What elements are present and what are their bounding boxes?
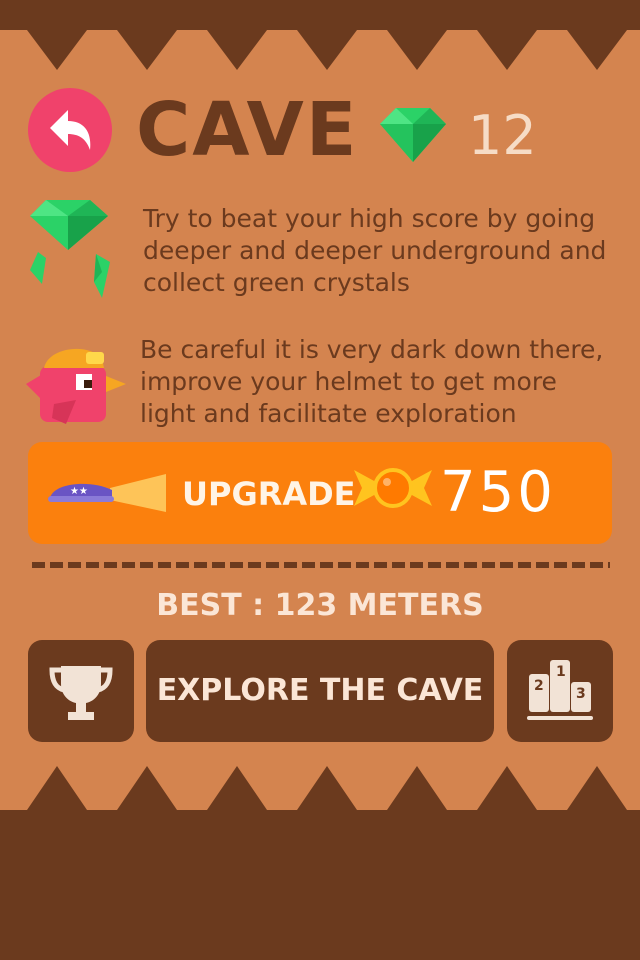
upgrade-cost: 750 [440,460,556,525]
helmet-description: Be careful it is very dark down there, i… [140,335,604,428]
back-button[interactable] [28,88,112,172]
crystals-description: Try to beat your high score by going dee… [143,204,607,297]
gem-count: 12 [468,104,537,167]
svg-text:1: 1 [556,664,566,680]
candy-icon [354,468,432,508]
svg-text:★★: ★★ [70,486,88,497]
trophy-icon [49,666,113,720]
upgrade-button[interactable]: ★★ UPGRADE 750 [28,442,612,544]
best-score: BEST : 123 METERS [156,588,484,623]
dashed-divider [32,562,610,568]
bottom-spikes [0,766,640,810]
explore-label: EXPLORE THE CAVE [156,673,484,708]
leaderboard-button[interactable]: 2 1 3 [507,640,613,742]
page-title: CAVE [136,87,359,173]
svg-text:3: 3 [576,686,586,702]
helmet-light-icon: ★★ [48,474,166,512]
main-panel: CAVE 12 Try to beat your high score by g… [0,0,640,810]
helmet-bird-icon [26,348,126,424]
achievements-button[interactable] [28,640,134,742]
explore-cave-button[interactable]: EXPLORE THE CAVE [146,640,494,742]
top-spikes [0,0,640,70]
cave-screen: { "screen": { "title": "CAVE", "gem_coun… [0,0,640,960]
podium-icon: 2 1 3 [527,660,593,720]
back-arrow-icon [50,110,91,150]
crystals-icon [30,200,110,298]
upgrade-label: UPGRADE [182,475,356,513]
green-gem-icon [380,108,446,162]
svg-text:2: 2 [534,678,544,694]
